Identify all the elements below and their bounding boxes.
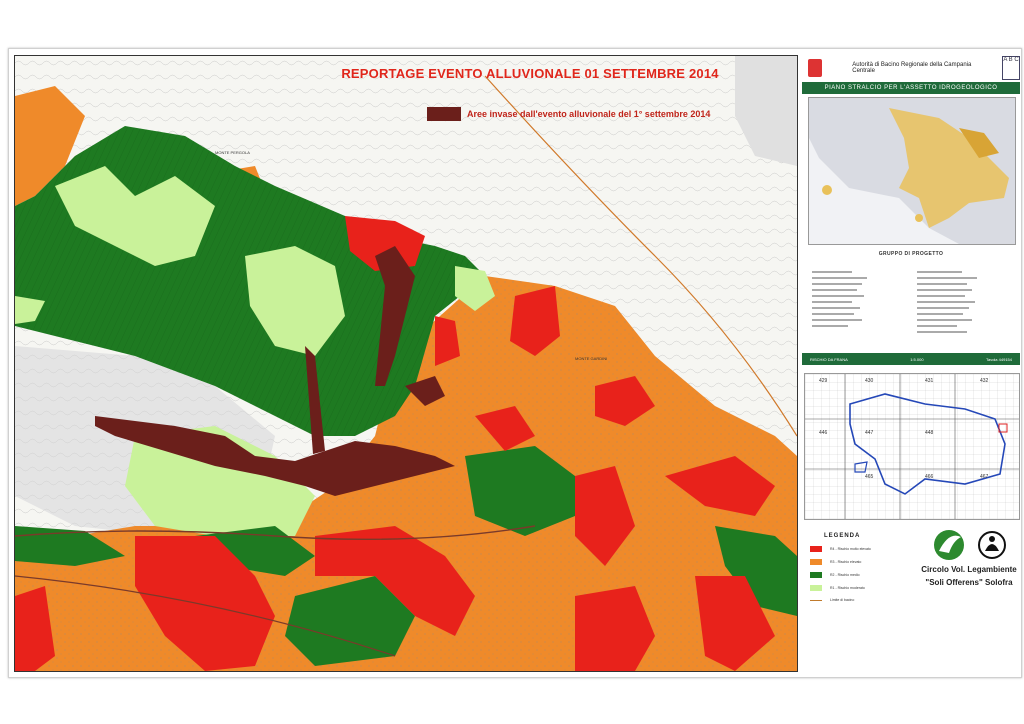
risk-map-drawing (15, 56, 797, 671)
legambiente-leaf-icon (934, 530, 964, 560)
risk-type: RISCHIO DA FRANA (810, 356, 848, 362)
grid-number: 448 (925, 430, 934, 436)
legend-label: R1 - Rischio moderato (830, 586, 865, 590)
authority-name: Autorità di Bacino Regionale della Campa… (852, 61, 972, 74)
grid-number: 432 (980, 378, 989, 384)
flood-legend: Aree invase dall'evento alluvionale del … (427, 107, 710, 121)
region-logo-icon (808, 58, 823, 77)
legend: LEGENDA R4 - Rischio molto elevato R3 - … (810, 533, 920, 602)
grid-number: 447 (865, 430, 874, 436)
legend-swatch (810, 546, 822, 552)
abc-logo: A B C (1001, 55, 1020, 80)
legend-label: R3 - Rischio elevato (830, 560, 862, 564)
grid-number: 466 (925, 474, 934, 480)
map-title: REPORTAGE EVENTO ALLUVIONALE 01 SETTEMBR… (341, 66, 719, 81)
place-label: MONTE PERGOLA (215, 150, 250, 155)
grid-number: 429 (819, 378, 828, 384)
sheet-index-drawing: 429 430 431 432 446 447 448 465 466 467 (805, 374, 1019, 519)
grid-number: 446 (819, 430, 828, 436)
association-logos (920, 529, 1018, 561)
scale: 1:5.000 (910, 356, 924, 362)
place-label: MONTE GARDINI (575, 356, 608, 361)
sheet-info-band: RISCHIO DA FRANA 1:5.000 Tavola 449154 (802, 353, 1020, 365)
flood-swatch (427, 107, 461, 121)
info-panel: Autorità di Bacino Regionale della Campa… (802, 55, 1020, 670)
legend-swatch (810, 585, 822, 591)
legend-swatch (810, 559, 822, 565)
grid-number: 467 (980, 474, 989, 480)
flood-legend-label: Aree invase dall'evento alluvionale del … (467, 109, 711, 119)
legend-item: R4 - Rischio molto elevato (810, 546, 920, 552)
overview-map-drawing (809, 98, 1015, 244)
grid-number: 430 (865, 378, 874, 384)
sheet-index-map: 429 430 431 432 446 447 448 465 466 467 (804, 373, 1020, 520)
association-block: Circolo Vol. Legambiente "Soli Offerens"… (920, 525, 1018, 625)
authority-header: Autorità di Bacino Regionale della Campa… (802, 55, 1020, 80)
group-title: GRUPPO DI PROGETTO (878, 251, 944, 257)
sun-figure-icon (978, 531, 1006, 559)
legend-item: R3 - Rischio elevato (810, 559, 920, 565)
association-line2: "Soli Offerens" Solofra (925, 578, 1013, 587)
legend-item: R2 - Rischio medio (810, 572, 920, 578)
grid-number: 465 (865, 474, 874, 480)
grid-number: 431 (925, 378, 934, 384)
overview-map (808, 97, 1016, 245)
plan-title: PIANO STRALCIO PER L'ASSETTO IDROGEOLOGI… (802, 82, 1020, 94)
legend-line-swatch (810, 599, 822, 601)
legend-item: Limite di bacino (810, 598, 920, 602)
risk-map: REPORTAGE EVENTO ALLUVIONALE 01 SETTEMBR… (14, 55, 798, 672)
association-line1: Circolo Vol. Legambiente (921, 565, 1017, 574)
legend-label: R4 - Rischio molto elevato (830, 547, 871, 551)
project-credits (812, 269, 1012, 349)
sheet-number: Tavola 449154 (985, 356, 1012, 362)
legend-title: LEGENDA (824, 533, 861, 539)
legend-label: Limite di bacino (830, 598, 855, 602)
legend-item: R1 - Rischio moderato (810, 585, 920, 591)
legend-swatch (810, 572, 822, 578)
legend-label: R2 - Rischio medio (830, 573, 860, 577)
